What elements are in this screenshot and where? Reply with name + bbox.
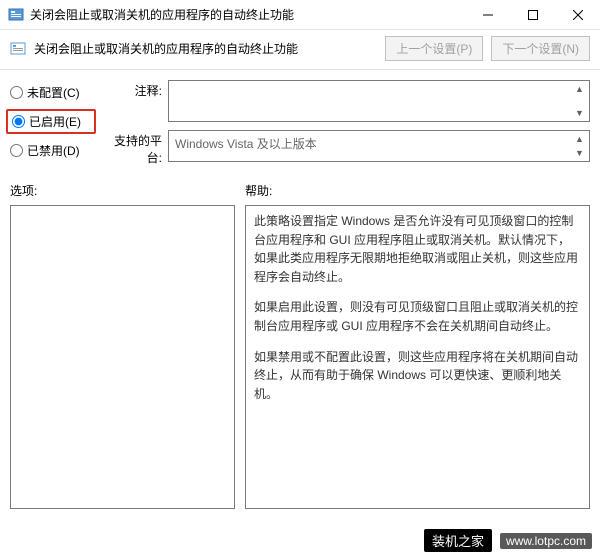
comment-label: 注释:: [102, 80, 162, 99]
maximize-button[interactable]: [510, 0, 555, 30]
help-paragraph: 如果启用此设置，则没有可见顶级窗口且阻止或取消关机的控制台应用程序或 GUI 应…: [254, 298, 581, 335]
policy-header: 关闭会阻止或取消关机的应用程序的自动终止功能 上一个设置(P) 下一个设置(N): [0, 30, 600, 67]
radio-enabled-label: 已启用(E): [29, 113, 81, 130]
config-area: 未配置(C) 已启用(E) 已禁用(D) 注释: ▲ ▼ 支持的平台: Wind…: [0, 76, 600, 176]
watermark: 装机之家 www.lotpc.com: [424, 529, 592, 552]
watermark-url: www.lotpc.com: [500, 533, 592, 549]
window-titlebar: 关闭会阻止或取消关机的应用程序的自动终止功能: [0, 0, 600, 30]
help-paragraph: 如果禁用或不配置此设置，则这些应用程序将在关机期间自动终止，从而有助于确保 Wi…: [254, 348, 581, 404]
policy-title: 关闭会阻止或取消关机的应用程序的自动终止功能: [34, 40, 377, 57]
help-label: 帮助:: [245, 182, 590, 199]
radio-enabled-input[interactable]: [12, 115, 25, 128]
policy-icon: [10, 41, 26, 57]
platform-value: Windows Vista 及以上版本: [175, 137, 317, 151]
scroll-up-icon[interactable]: ▲: [572, 133, 587, 145]
app-icon: [8, 7, 24, 23]
radio-disabled[interactable]: 已禁用(D): [10, 142, 92, 159]
prev-setting-button[interactable]: 上一个设置(P): [385, 36, 483, 61]
minimize-button[interactable]: [465, 0, 510, 30]
next-setting-button[interactable]: 下一个设置(N): [491, 36, 590, 61]
divider: [0, 69, 600, 70]
options-label: 选项:: [10, 182, 235, 199]
radio-not-configured-label: 未配置(C): [27, 84, 80, 101]
lower-area: 选项: 帮助: 此策略设置指定 Windows 是否允许没有可见顶级窗口的控制台…: [0, 176, 600, 509]
platform-label: 支持的平台:: [102, 130, 162, 166]
radio-not-configured[interactable]: 未配置(C): [10, 84, 92, 101]
help-paragraph: 此策略设置指定 Windows 是否允许没有可见顶级窗口的控制台应用程序和 GU…: [254, 212, 581, 286]
radio-disabled-label: 已禁用(D): [27, 142, 80, 159]
window-title: 关闭会阻止或取消关机的应用程序的自动终止功能: [30, 6, 465, 23]
watermark-badge: 装机之家: [424, 529, 492, 552]
radio-not-configured-input[interactable]: [10, 86, 23, 99]
state-radio-group: 未配置(C) 已启用(E) 已禁用(D): [10, 80, 92, 174]
options-box: [10, 205, 235, 509]
supported-platform-box: Windows Vista 及以上版本 ▲ ▼: [168, 130, 590, 162]
close-button[interactable]: [555, 0, 600, 30]
comment-textarea[interactable]: ▲ ▼: [168, 80, 590, 122]
help-box: 此策略设置指定 Windows 是否允许没有可见顶级窗口的控制台应用程序和 GU…: [245, 205, 590, 509]
scroll-up-icon[interactable]: ▲: [572, 83, 587, 95]
radio-enabled[interactable]: 已启用(E): [6, 109, 96, 134]
scroll-down-icon[interactable]: ▼: [572, 107, 587, 119]
scroll-down-icon[interactable]: ▼: [572, 147, 587, 159]
radio-disabled-input[interactable]: [10, 144, 23, 157]
